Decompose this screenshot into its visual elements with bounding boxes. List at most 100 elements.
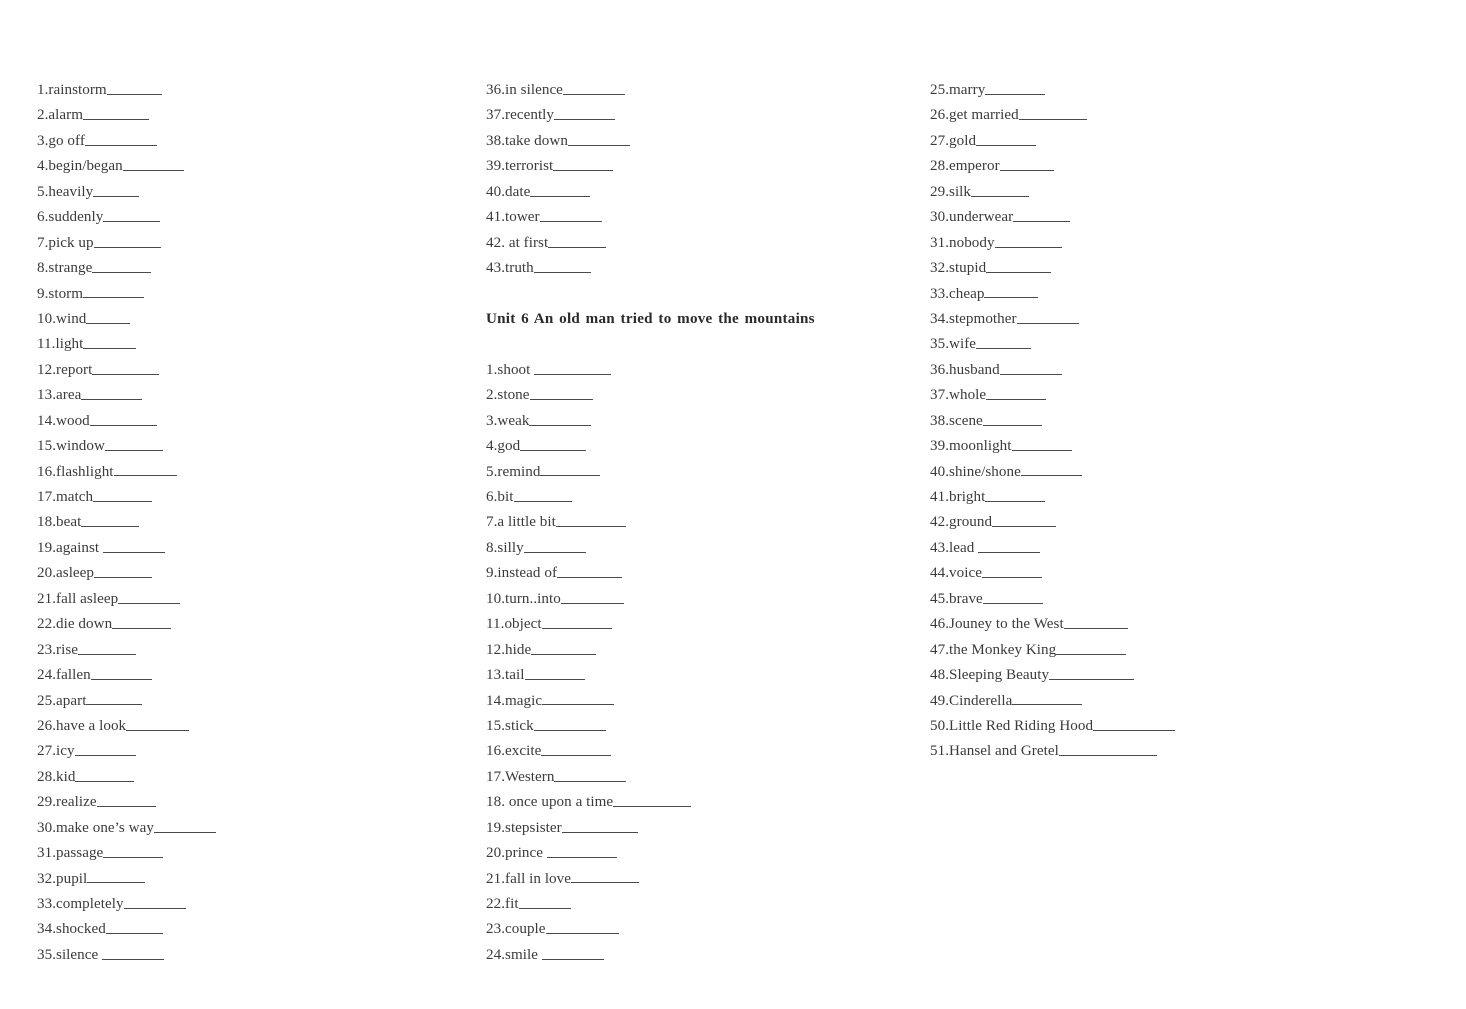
answer-blank[interactable] <box>533 260 591 273</box>
answer-blank[interactable] <box>1013 209 1071 223</box>
answer-blank[interactable] <box>986 260 1052 273</box>
answer-blank[interactable] <box>513 489 572 502</box>
answer-blank[interactable] <box>529 412 592 426</box>
answer-blank[interactable] <box>90 667 152 680</box>
answer-blank[interactable] <box>561 819 638 833</box>
answer-blank[interactable] <box>976 336 1032 350</box>
answer-blank[interactable] <box>524 667 585 680</box>
answer-blank[interactable] <box>1093 717 1176 731</box>
answer-blank[interactable] <box>153 819 216 833</box>
answer-blank[interactable] <box>520 438 587 452</box>
answer-blank[interactable] <box>560 590 624 604</box>
answer-blank[interactable] <box>102 946 165 960</box>
answer-blank[interactable] <box>554 107 616 121</box>
answer-blank[interactable] <box>92 361 160 375</box>
answer-blank[interactable] <box>1049 667 1135 680</box>
answer-blank[interactable] <box>93 183 140 197</box>
answer-blank[interactable] <box>83 336 137 350</box>
answer-blank[interactable] <box>1058 743 1157 757</box>
answer-blank[interactable] <box>523 539 586 553</box>
answer-blank[interactable] <box>87 870 146 884</box>
vocabulary-entry: 36.husband <box>930 358 1380 383</box>
answer-blank[interactable] <box>613 794 692 808</box>
answer-blank[interactable] <box>534 361 612 375</box>
answer-blank[interactable] <box>981 565 1042 579</box>
answer-blank[interactable] <box>545 921 619 935</box>
answer-blank[interactable] <box>976 132 1037 146</box>
answer-blank[interactable] <box>986 387 1047 401</box>
vocabulary-term: 24.fallen <box>37 667 91 684</box>
answer-blank[interactable] <box>113 463 177 477</box>
answer-blank[interactable] <box>1012 692 1083 706</box>
answer-blank[interactable] <box>529 387 593 401</box>
answer-blank[interactable] <box>978 539 1041 553</box>
answer-blank[interactable] <box>78 641 137 655</box>
vocabulary-term: 29.realize <box>37 794 97 811</box>
answer-blank[interactable] <box>541 946 604 960</box>
vocabulary-term: 51.Hansel and Gretel <box>930 743 1059 760</box>
answer-blank[interactable] <box>102 539 165 553</box>
answer-blank[interactable] <box>89 412 157 426</box>
answer-blank[interactable] <box>567 132 630 146</box>
answer-blank[interactable] <box>553 158 614 172</box>
answer-blank[interactable] <box>971 183 1030 197</box>
answer-blank[interactable] <box>982 412 1042 426</box>
vocabulary-term: 3.go off <box>37 132 85 149</box>
answer-blank[interactable] <box>93 234 161 248</box>
answer-blank[interactable] <box>533 717 606 731</box>
answer-blank[interactable] <box>1016 310 1079 324</box>
answer-blank[interactable] <box>106 82 162 95</box>
answer-blank[interactable] <box>93 489 153 502</box>
answer-blank[interactable] <box>554 768 627 782</box>
answer-blank[interactable] <box>123 896 186 909</box>
answer-blank[interactable] <box>571 870 640 884</box>
answer-blank[interactable] <box>105 921 163 935</box>
worksheet-columns: 1.rainstorm 2.alarm 3.go off 4.begin/began 5… <box>0 78 1466 978</box>
answer-blank[interactable] <box>81 514 140 528</box>
answer-blank[interactable] <box>104 438 163 452</box>
answer-blank[interactable] <box>539 209 602 223</box>
answer-blank[interactable] <box>94 565 153 579</box>
answer-blank[interactable] <box>994 234 1062 248</box>
answer-blank[interactable] <box>530 183 591 197</box>
answer-blank[interactable] <box>103 845 164 859</box>
answer-blank[interactable] <box>985 82 1046 95</box>
answer-blank[interactable] <box>1063 616 1128 630</box>
answer-blank[interactable] <box>84 132 157 146</box>
answer-blank[interactable] <box>562 82 625 95</box>
answer-blank[interactable] <box>75 768 135 782</box>
answer-blank[interactable] <box>984 285 1039 299</box>
answer-blank[interactable] <box>92 260 152 273</box>
answer-blank[interactable] <box>548 234 607 248</box>
answer-blank[interactable] <box>118 590 181 604</box>
answer-blank[interactable] <box>74 743 136 757</box>
answer-blank[interactable] <box>982 590 1043 604</box>
answer-blank[interactable] <box>126 717 190 731</box>
answer-blank[interactable] <box>81 387 143 401</box>
answer-blank[interactable] <box>86 692 143 706</box>
answer-blank[interactable] <box>541 616 612 630</box>
answer-blank[interactable] <box>1018 107 1087 121</box>
answer-blank[interactable] <box>1011 438 1072 452</box>
answer-blank[interactable] <box>1020 463 1082 477</box>
answer-blank[interactable] <box>541 743 612 757</box>
answer-blank[interactable] <box>985 489 1046 502</box>
answer-blank[interactable] <box>83 107 150 121</box>
answer-blank[interactable] <box>83 285 145 299</box>
answer-blank[interactable] <box>103 209 161 223</box>
answer-blank[interactable] <box>542 692 615 706</box>
answer-blank[interactable] <box>999 158 1054 172</box>
answer-blank[interactable] <box>96 794 156 808</box>
answer-blank[interactable] <box>86 310 131 324</box>
answer-blank[interactable] <box>518 896 571 909</box>
answer-blank[interactable] <box>992 514 1057 528</box>
answer-blank[interactable] <box>557 565 623 579</box>
answer-blank[interactable] <box>122 158 184 172</box>
answer-blank[interactable] <box>546 845 617 859</box>
answer-blank[interactable] <box>531 641 597 655</box>
answer-blank[interactable] <box>540 463 601 477</box>
answer-blank[interactable] <box>1056 641 1127 655</box>
answer-blank[interactable] <box>999 361 1062 375</box>
answer-blank[interactable] <box>112 616 172 630</box>
answer-blank[interactable] <box>555 514 626 528</box>
